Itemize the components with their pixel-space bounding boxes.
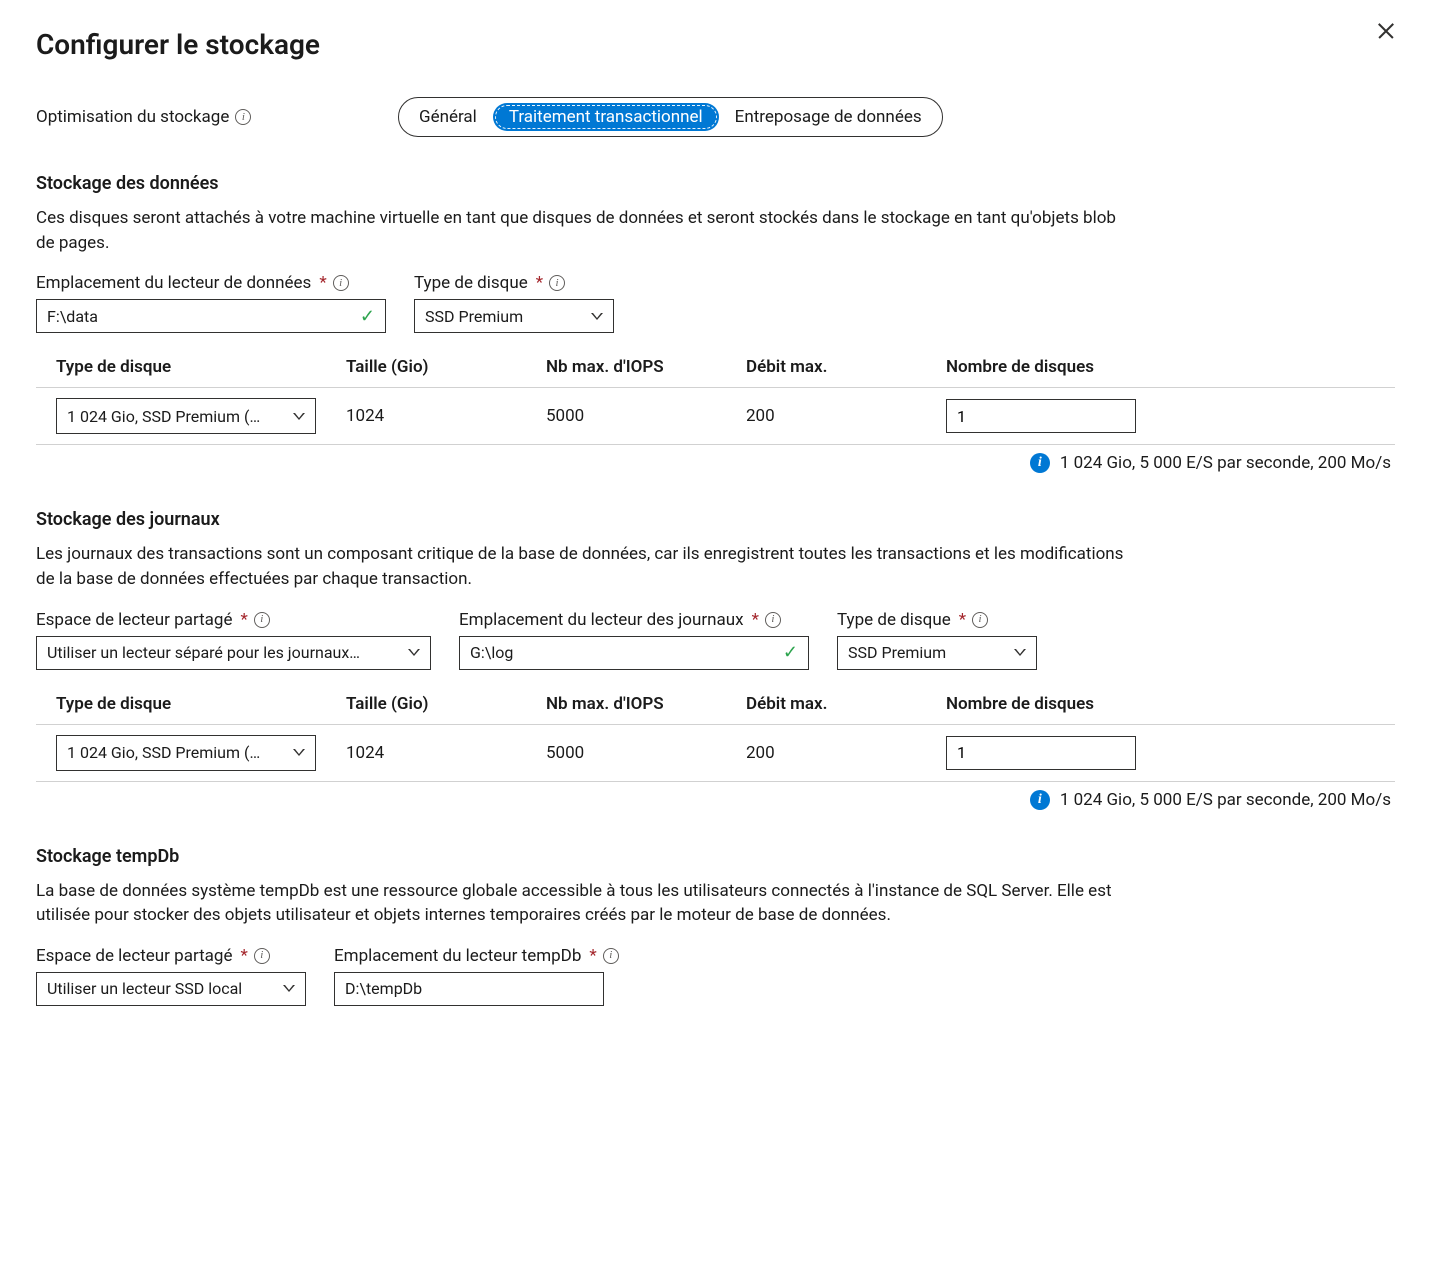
data-storage-desc: Ces disques seront attachés à votre mach…	[36, 206, 1136, 255]
row-disk-type-select[interactable]: 1 024 Gio, SSD Premium (…	[56, 398, 316, 434]
cell-throughput: 200	[726, 724, 926, 781]
chevron-down-icon	[408, 649, 420, 656]
data-disk-type-label: Type de disque* i	[414, 273, 614, 293]
input-value: D:\tempDb	[345, 979, 422, 998]
select-value: 1 024 Gio, SSD Premium (…	[67, 407, 260, 426]
select-value: Utiliser un lecteur séparé pour les jour…	[47, 643, 360, 662]
table-header-row: Type de disque Taille (Gio) Nb max. d'IO…	[36, 684, 1395, 725]
input-value: F:\data	[47, 307, 98, 326]
check-icon: ✓	[360, 306, 375, 327]
data-disk-table: Type de disque Taille (Gio) Nb max. d'IO…	[36, 347, 1395, 445]
disk-count-input[interactable]	[946, 736, 1136, 770]
close-icon[interactable]	[1377, 22, 1395, 40]
chevron-down-icon	[1014, 649, 1026, 656]
cell-throughput: 200	[726, 388, 926, 445]
col-size: Taille (Gio)	[326, 347, 526, 388]
table-row: 1 024 Gio, SSD Premium (… 1024 5000 200	[36, 724, 1395, 781]
info-icon[interactable]: i	[235, 109, 251, 125]
log-storage-title: Stockage des journaux	[36, 509, 1395, 530]
data-summary: i 1 024 Gio, 5 000 E/S par seconde, 200 …	[36, 453, 1395, 473]
chevron-down-icon	[293, 749, 305, 756]
tempdb-drive-label: Emplacement du lecteur tempDb* i	[334, 946, 619, 966]
cell-iops: 5000	[526, 724, 726, 781]
cell-size: 1024	[326, 724, 526, 781]
select-value: SSD Premium	[848, 643, 946, 662]
log-drive-label: Emplacement du lecteur des journaux* i	[459, 610, 809, 630]
tab-transactional[interactable]: Traitement transactionnel	[493, 103, 719, 131]
input-value: G:\log	[470, 643, 513, 662]
info-icon[interactable]: i	[765, 612, 781, 628]
log-drive-input[interactable]: G:\log ✓	[459, 636, 809, 670]
row-disk-type-select[interactable]: 1 024 Gio, SSD Premium (…	[56, 735, 316, 771]
label-text: Optimisation du stockage	[36, 107, 229, 127]
info-icon[interactable]: i	[333, 275, 349, 291]
col-iops: Nb max. d'IOPS	[526, 347, 726, 388]
info-icon[interactable]: i	[254, 612, 270, 628]
check-icon: ✓	[783, 642, 798, 663]
storage-optimization-tabs: Général Traitement transactionnel Entrep…	[398, 97, 943, 137]
chevron-down-icon	[293, 413, 305, 420]
info-icon[interactable]: i	[603, 948, 619, 964]
tempdb-storage-desc: La base de données système tempDb est un…	[36, 879, 1136, 928]
col-throughput: Débit max.	[726, 684, 926, 725]
data-storage-title: Stockage des données	[36, 173, 1395, 194]
info-icon: i	[1030, 790, 1050, 810]
page-title: Configurer le stockage	[36, 28, 1395, 61]
col-disk-count: Nombre de disques	[926, 347, 1395, 388]
storage-optimization-label: Optimisation du stockage i	[36, 107, 398, 127]
col-disk-type: Type de disque	[36, 684, 326, 725]
log-summary: i 1 024 Gio, 5 000 E/S par seconde, 200 …	[36, 790, 1395, 810]
disk-count-input[interactable]	[946, 399, 1136, 433]
log-disk-table: Type de disque Taille (Gio) Nb max. d'IO…	[36, 684, 1395, 782]
tempdb-storage-title: Stockage tempDb	[36, 846, 1395, 867]
col-disk-type: Type de disque	[36, 347, 326, 388]
log-disk-type-select[interactable]: SSD Premium	[837, 636, 1037, 670]
col-throughput: Débit max.	[726, 347, 926, 388]
cell-size: 1024	[326, 388, 526, 445]
col-iops: Nb max. d'IOPS	[526, 684, 726, 725]
summary-text: 1 024 Gio, 5 000 E/S par seconde, 200 Mo…	[1060, 453, 1391, 473]
table-header-row: Type de disque Taille (Gio) Nb max. d'IO…	[36, 347, 1395, 388]
log-disk-type-label: Type de disque* i	[837, 610, 1037, 630]
cell-iops: 5000	[526, 388, 726, 445]
table-row: 1 024 Gio, SSD Premium (… 1024 5000 200	[36, 388, 1395, 445]
info-icon[interactable]: i	[972, 612, 988, 628]
tempdb-shared-label: Espace de lecteur partagé* i	[36, 946, 306, 966]
chevron-down-icon	[283, 985, 295, 992]
tab-warehouse[interactable]: Entreposage de données	[719, 103, 938, 131]
select-value: Utiliser un lecteur SSD local	[47, 979, 242, 998]
data-disk-type-select[interactable]: SSD Premium	[414, 299, 614, 333]
col-size: Taille (Gio)	[326, 684, 526, 725]
info-icon[interactable]: i	[549, 275, 565, 291]
summary-text: 1 024 Gio, 5 000 E/S par seconde, 200 Mo…	[1060, 790, 1391, 810]
tempdb-shared-select[interactable]: Utiliser un lecteur SSD local	[36, 972, 306, 1006]
select-value: 1 024 Gio, SSD Premium (…	[67, 743, 260, 762]
chevron-down-icon	[591, 313, 603, 320]
data-drive-input[interactable]: F:\data ✓	[36, 299, 386, 333]
tab-general[interactable]: Général	[403, 103, 493, 131]
log-shared-select[interactable]: Utiliser un lecteur séparé pour les jour…	[36, 636, 431, 670]
data-drive-label: Emplacement du lecteur de données* i	[36, 273, 386, 293]
info-icon[interactable]: i	[254, 948, 270, 964]
select-value: SSD Premium	[425, 307, 523, 326]
log-storage-desc: Les journaux des transactions sont un co…	[36, 542, 1136, 591]
log-shared-label: Espace de lecteur partagé* i	[36, 610, 431, 630]
info-icon: i	[1030, 453, 1050, 473]
col-disk-count: Nombre de disques	[926, 684, 1395, 725]
tempdb-drive-input[interactable]: D:\tempDb	[334, 972, 604, 1006]
